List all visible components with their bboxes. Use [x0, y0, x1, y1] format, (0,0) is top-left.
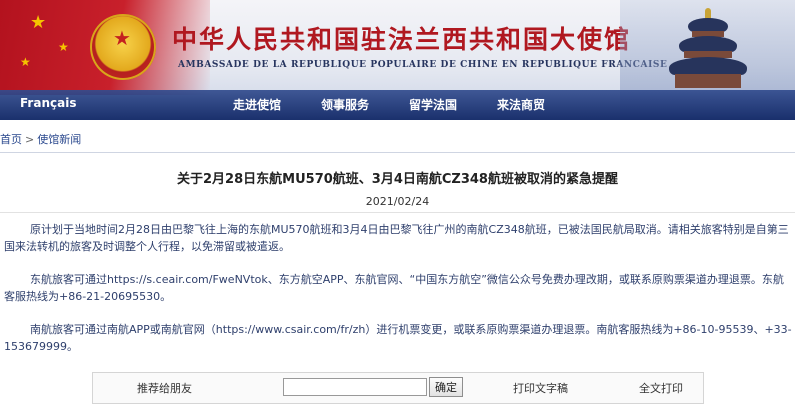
star-icon: ★	[58, 40, 69, 54]
breadcrumb-section-link[interactable]: 使馆新闻	[37, 133, 81, 146]
breadcrumb: 首页 > 使馆新闻	[0, 131, 81, 147]
national-emblem-icon	[90, 14, 156, 80]
article-paragraph: 东航旅客可通过https://s.ceair.com/FweNVtok、东方航空…	[4, 273, 784, 303]
article-toolbar: 推荐给朋友 确定 打印文字稿 全文打印	[92, 372, 704, 404]
nav-item-study-in-france[interactable]: 留学法国	[409, 96, 457, 113]
print-full-link[interactable]: 全文打印	[639, 380, 683, 396]
language-link-francais[interactable]: Français	[20, 96, 76, 110]
article-title: 关于2月28日东航MU570航班、3月4日南航CZ348航班被取消的紧急提醒	[177, 172, 618, 187]
article-date: 2021/02/24	[365, 195, 430, 208]
embassy-title-fr: AMBASSADE DE LA REPUBLIQUE POPULAIRE DE …	[178, 60, 668, 70]
article-paragraph: 南航旅客可通过南航APP或南航官网（https://www.csair.com/…	[4, 323, 792, 353]
divider	[0, 212, 795, 213]
nav-item-consular-services[interactable]: 领事服务	[321, 96, 369, 113]
nav-item-business[interactable]: 来法商贸	[497, 96, 545, 113]
print-text-link[interactable]: 打印文字稿	[513, 380, 568, 396]
nav-menu: 走进使馆 领事服务 留学法国 来法商贸	[233, 96, 545, 113]
header-banner: ★ ★ ★ 中华人民共和国驻法兰西共和国大使馆 AMBASSADE DE LA …	[0, 0, 795, 120]
article-paragraph: 原计划于当地时间2月28日由巴黎飞往上海的东航MU570航班和3月4日由巴黎飞往…	[4, 223, 789, 253]
confirm-button[interactable]: 确定	[429, 377, 463, 397]
nav-item-about-embassy[interactable]: 走进使馆	[233, 96, 281, 113]
embassy-title-cn: 中华人民共和国驻法兰西共和国大使馆	[172, 25, 632, 54]
recommend-email-input[interactable]	[283, 378, 427, 396]
divider	[0, 152, 795, 153]
recommend-label: 推荐给朋友	[137, 382, 192, 395]
breadcrumb-home-link[interactable]: 首页	[0, 133, 22, 146]
main-nav: Français 走进使馆 领事服务 留学法国 来法商贸	[0, 90, 795, 120]
star-icon: ★	[20, 55, 31, 69]
breadcrumb-separator: >	[25, 133, 35, 146]
star-icon: ★	[30, 12, 47, 33]
